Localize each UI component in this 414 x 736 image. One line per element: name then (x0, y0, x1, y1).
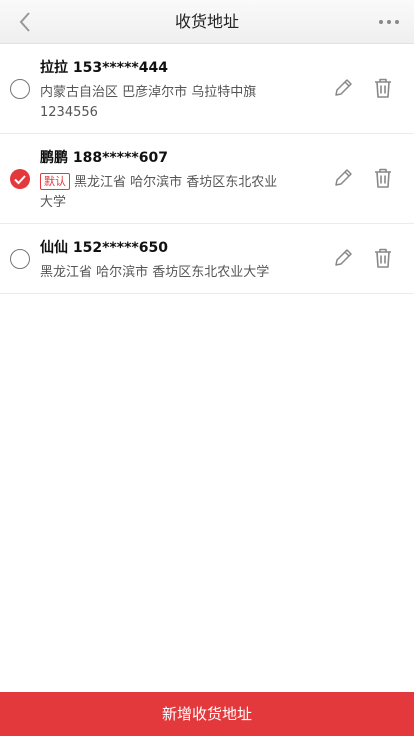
edit-button[interactable] (330, 75, 356, 101)
edit-button[interactable] (330, 165, 356, 191)
address-page: 收货地址 拉拉 153*****444 内蒙古自治区 巴彦淖尔市 乌拉特中旗 1… (0, 0, 414, 736)
delete-button[interactable] (370, 165, 396, 191)
contact-line: 鹏鹏 188*****607 (40, 147, 168, 167)
address-text: 默认 黑龙江省 哈尔滨市 香坊区东北农业大学 (40, 173, 290, 213)
address-item[interactable]: 鹏鹏 188*****607 默认 黑龙江省 哈尔滨市 香坊区东北农业大学 (0, 134, 414, 224)
contact-phone: 153*****444 (72, 60, 168, 76)
address-item[interactable]: 仙仙 152*****650 黑龙江省 哈尔滨市 香坊区东北农业大学 (0, 224, 414, 294)
pencil-icon (335, 249, 352, 266)
select-radio[interactable] (10, 169, 30, 189)
add-address-button[interactable]: 新增收货地址 (0, 692, 414, 736)
contact-name: 拉拉 (40, 60, 68, 76)
trash-icon (375, 168, 391, 188)
select-radio[interactable] (10, 79, 30, 99)
trash-icon (375, 248, 391, 268)
pencil-icon (335, 79, 352, 96)
address-list: 拉拉 153*****444 内蒙古自治区 巴彦淖尔市 乌拉特中旗 123455… (0, 44, 414, 294)
contact-phone: 152*****650 (72, 240, 168, 256)
contact-phone: 188*****607 (72, 150, 168, 166)
edit-button[interactable] (330, 245, 356, 271)
delete-button[interactable] (370, 245, 396, 271)
check-icon (14, 175, 26, 185)
delete-button[interactable] (370, 75, 396, 101)
address-text: 内蒙古自治区 巴彦淖尔市 乌拉特中旗 1234556 (40, 85, 257, 120)
pencil-icon (335, 169, 352, 186)
default-badge: 默认 (40, 173, 70, 190)
address-detail: 黑龙江省 哈尔滨市 香坊区东北农业大学 (40, 175, 278, 210)
select-radio[interactable] (10, 249, 30, 269)
nav-header: 收货地址 (0, 0, 414, 44)
address-text: 黑龙江省 哈尔滨市 香坊区东北农业大学 (40, 265, 270, 280)
page-title: 收货地址 (174, 12, 239, 31)
more-dots-icon (379, 20, 399, 24)
contact-name: 仙仙 (40, 240, 68, 256)
contact-line: 仙仙 152*****650 (40, 237, 168, 257)
contact-name: 鹏鹏 (40, 150, 68, 166)
more-button[interactable] (374, 7, 404, 37)
address-item[interactable]: 拉拉 153*****444 内蒙古自治区 巴彦淖尔市 乌拉特中旗 123455… (0, 44, 414, 134)
contact-line: 拉拉 153*****444 (40, 57, 168, 77)
trash-icon (375, 78, 391, 98)
